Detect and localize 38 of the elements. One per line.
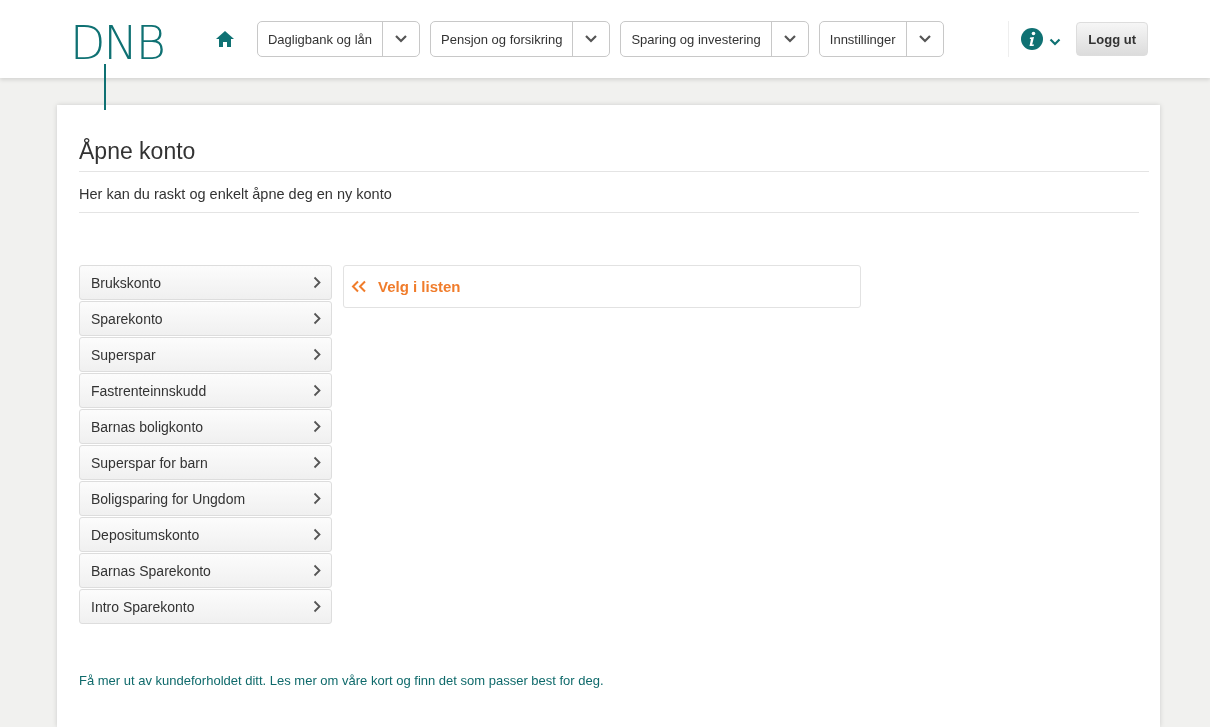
chevron-right-icon bbox=[313, 420, 321, 433]
chevron-right-icon bbox=[313, 384, 321, 397]
chevron-right-icon bbox=[313, 348, 321, 361]
chevron-down-icon bbox=[1049, 38, 1062, 46]
chevron-right-icon bbox=[313, 600, 321, 613]
nav-dropdown[interactable]: Pensjon og forsikring bbox=[430, 21, 611, 57]
page-title: Åpne konto bbox=[79, 137, 197, 166]
chevron-down-icon bbox=[783, 35, 796, 43]
account-list-item[interactable]: Superspar for barn bbox=[79, 445, 332, 480]
account-list-item[interactable]: Fastrenteinnskudd bbox=[79, 373, 332, 408]
account-list-item[interactable]: Sparekonto bbox=[79, 301, 332, 336]
account-list-item[interactable]: Boligsparing for Ungdom bbox=[79, 481, 332, 516]
account-list-item[interactable]: Barnas Sparekonto bbox=[79, 553, 332, 588]
chevron-down-icon bbox=[585, 35, 598, 43]
account-list-item[interactable]: Superspar bbox=[79, 337, 332, 372]
chevron-right-icon bbox=[313, 312, 321, 325]
home-icon[interactable] bbox=[214, 30, 235, 48]
account-list-item[interactable]: Intro Sparekonto bbox=[79, 589, 332, 624]
logout-button[interactable]: Logg ut bbox=[1076, 22, 1148, 56]
page-subtitle: Her kan du raskt og enkelt åpne deg en ny konto bbox=[79, 186, 393, 202]
account-list-item[interactable]: Depositumskonto bbox=[79, 517, 332, 552]
chevron-right-icon bbox=[313, 528, 321, 541]
account-list-item[interactable]: Brukskonto bbox=[79, 265, 332, 300]
logo[interactable]: DNB bbox=[68, 14, 171, 110]
chevron-down-icon bbox=[918, 35, 931, 43]
nav-dropdown[interactable]: Innstillinger bbox=[818, 21, 944, 57]
chevron-right-icon bbox=[313, 564, 321, 577]
chevron-right-icon bbox=[313, 276, 321, 289]
account-list-item[interactable]: Barnas boligkonto bbox=[79, 409, 332, 444]
nav-dropdown[interactable]: Dagligbank og lån bbox=[256, 21, 421, 57]
chevron-right-icon bbox=[313, 492, 321, 505]
double-chevron-left-icon bbox=[350, 280, 368, 293]
nav-dropdown[interactable]: Sparing og investering bbox=[620, 21, 809, 57]
chevron-down-icon bbox=[395, 35, 408, 43]
hint-text: Velg i listen bbox=[378, 278, 461, 295]
info-link[interactable]: Få mer ut av kundeforholdet ditt. Les mer om våre kort og finn det som passer best for deg. bbox=[79, 673, 604, 688]
info-icon[interactable] bbox=[1021, 28, 1044, 50]
chevron-right-icon bbox=[313, 456, 321, 469]
